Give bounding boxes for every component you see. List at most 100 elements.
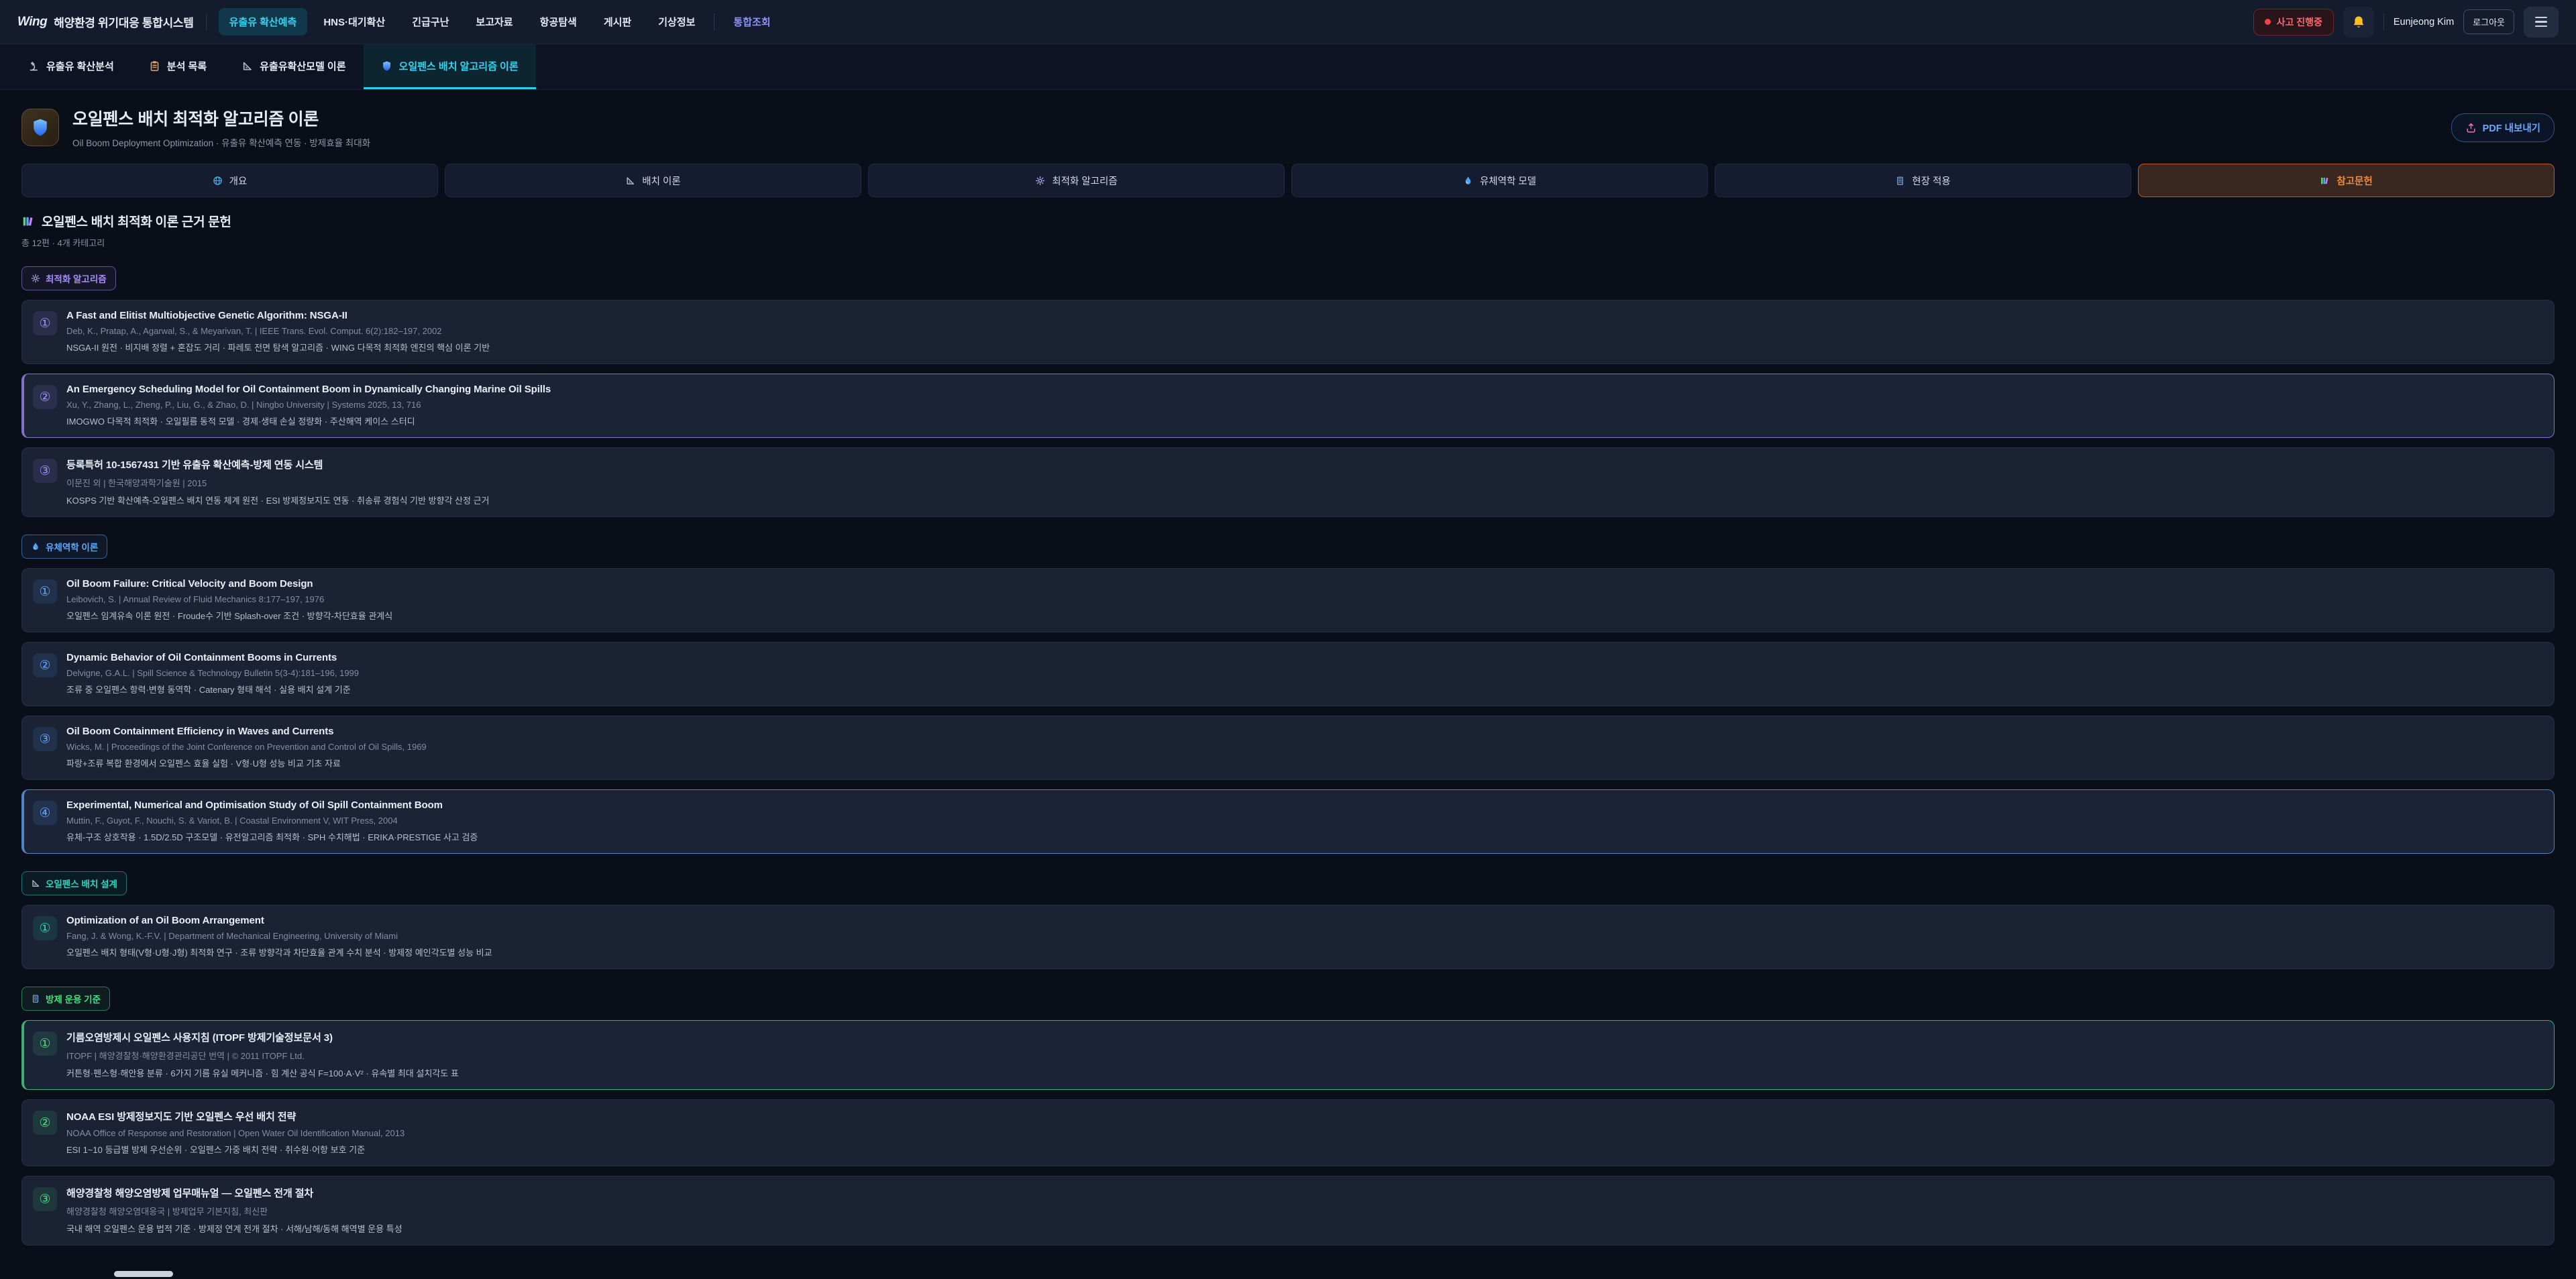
reference-card[interactable]: ② An Emergency Scheduling Model for Oil C… <box>21 374 2555 438</box>
section-tab-label: 유체역학 모델 <box>1480 174 1536 188</box>
main-nav: 유출유 확산예측HNS·대기확산긴급구난보고자료항공탐색게시판기상정보 통합조회 <box>219 8 2241 36</box>
pdf-export-button[interactable]: PDF 내보내기 <box>2451 113 2555 142</box>
reference-number-badge: ① <box>33 311 57 335</box>
logout-button[interactable]: 로그아웃 <box>2463 9 2514 34</box>
section-tab-label: 현장 적용 <box>1912 174 1950 188</box>
divider <box>206 13 207 31</box>
sub-tab-label: 유출유확산모델 이론 <box>260 59 345 73</box>
reference-title: 해양경찰청 해양오염방제 업무매뉴얼 — 오일펜스 전개 절차 <box>66 1186 402 1200</box>
incident-status-badge[interactable]: 사고 진행중 <box>2253 9 2334 36</box>
reference-body: An Emergency Scheduling Model for Oil Co… <box>66 384 551 427</box>
section-tab-0[interactable]: 개요 <box>21 164 438 197</box>
notifications-button[interactable] <box>2343 7 2374 38</box>
sub-tab-3[interactable]: 오일펜스 배치 알고리즘 이론 <box>364 44 536 89</box>
nav-item-0[interactable]: 유출유 확산예측 <box>219 8 308 36</box>
reference-title: Dynamic Behavior of Oil Containment Boom… <box>66 652 359 663</box>
building-icon <box>31 994 40 1003</box>
reference-card[interactable]: ③해양경찰청 해양오염방제 업무매뉴얼 — 오일펜스 전개 절차해양경찰청 해양… <box>21 1176 2555 1245</box>
section-tab-label: 배치 이론 <box>642 174 680 188</box>
section-tab-3[interactable]: 유체역학 모델 <box>1291 164 1708 197</box>
topnav-right: 사고 진행중 Eunjeong Kim 로그아웃 <box>2253 7 2559 38</box>
reference-meta: ITOPF | 해양경찰청·해양환경관리공단 번역 | © 2011 ITOPF… <box>66 1049 459 1062</box>
reference-card[interactable]: ② Dynamic Behavior of Oil Containment Boo… <box>21 642 2555 706</box>
sub-tab-1[interactable]: 분석 목록 <box>131 44 224 89</box>
reference-meta: Delvigne, G.A.L. | Spill Science & Techn… <box>66 668 359 678</box>
shield-icon <box>381 60 392 72</box>
reference-card[interactable]: ①기름오염방제시 오일펜스 사용지침 (ITOPF 방제기술정보문서 3)ITO… <box>21 1020 2555 1090</box>
hamburger-menu-button[interactable] <box>2524 7 2559 38</box>
reference-description: 파랑+조류 복합 환경에서 오일펜스 효율 실험 · V형·U형 성능 비교 기… <box>66 757 427 769</box>
references-title: 오일펜스 배치 최적화 이론 근거 문헌 <box>42 212 231 230</box>
nav-item-3[interactable]: 보고자료 <box>465 8 523 36</box>
references-section: 오일펜스 배치 최적화 이론 근거 문헌 총 12편 · 4개 카테고리 최적화… <box>0 197 2576 1245</box>
category-badge-3: 방제 운용 기준 <box>21 987 110 1011</box>
alert-dot-icon <box>2265 19 2271 25</box>
sub-tab-2[interactable]: 유출유확산모델 이론 <box>224 44 363 89</box>
sub-tab-0[interactable]: 유출유 확산분석 <box>11 44 131 89</box>
section-tab-4[interactable]: 현장 적용 <box>1715 164 2131 197</box>
nav-item-4[interactable]: 항공탐색 <box>529 8 588 36</box>
section-tab-bar: 개요 배치 이론 최적화 알고리즘 유체역학 모델 현장 적용 참고문헌 <box>21 164 2555 197</box>
nav-item-2[interactable]: 긴급구난 <box>401 8 460 36</box>
page-title-block: 오일펜스 배치 최적화 알고리즘 이론 Oil Boom Deployment … <box>72 106 370 149</box>
reference-body: Dynamic Behavior of Oil Containment Boom… <box>66 652 359 696</box>
reference-description: IMOGWO 다목적 최적화 · 오일필름 동적 모델 · 경제·생태 손실 정… <box>66 414 551 427</box>
category-badge-0: 최적화 알고리즘 <box>21 266 116 290</box>
reference-number-badge: ② <box>33 385 57 409</box>
reference-card[interactable]: ③Oil Boom Containment Efficiency in Wave… <box>21 716 2555 780</box>
section-tab-1[interactable]: 배치 이론 <box>445 164 861 197</box>
app-root: Wing 해양환경 위기대응 통합시스템 유출유 확산예측HNS·대기확산긴급구… <box>0 0 2576 1245</box>
reference-meta: Muttin, F., Guyot, F., Nouchi, S. & Vari… <box>66 816 478 826</box>
section-tab-5[interactable]: 참고문헌 <box>2138 164 2555 197</box>
reference-description: ESI 1~10 등급별 방제 우선순위 · 오일펜스 가중 배치 전략 · 취… <box>66 1143 405 1156</box>
nav-item-7[interactable]: 통합조회 <box>722 8 781 36</box>
reference-card[interactable]: ④Experimental, Numerical and Optimisatio… <box>21 789 2555 854</box>
section-tab-2[interactable]: 최적화 알고리즘 <box>868 164 1285 197</box>
category-badge-1: 유체역학 이론 <box>21 535 107 559</box>
reference-title: Experimental, Numerical and Optimisation… <box>66 799 478 811</box>
reference-number-badge: ② <box>33 653 57 677</box>
brand: Wing 해양환경 위기대응 통합시스템 <box>17 13 194 30</box>
books-icon <box>21 215 35 228</box>
reference-card[interactable]: ①Optimization of an Oil Boom Arrangement… <box>21 905 2555 969</box>
nav-item-1[interactable]: HNS·대기확산 <box>313 8 396 36</box>
hamburger-icon <box>2535 17 2547 18</box>
reference-meta: Wicks, M. | Proceedings of the Joint Con… <box>66 742 427 752</box>
reference-number-badge: ① <box>33 579 57 604</box>
app-logo: Wing <box>17 15 47 30</box>
reference-card[interactable]: ③등록특허 10-1567431 기반 유출유 확산예측-방제 연동 시스템이문… <box>21 447 2555 517</box>
reference-body: NOAA ESI 방제정보지도 기반 오일펜스 우선 배치 전략NOAA Off… <box>66 1109 405 1156</box>
reference-body: Optimization of an Oil Boom ArrangementF… <box>66 915 492 958</box>
section-tab-label: 개요 <box>229 174 248 188</box>
sub-tab-label: 유출유 확산분석 <box>46 59 114 73</box>
reference-body: Experimental, Numerical and Optimisation… <box>66 799 478 843</box>
horizontal-scrollbar-thumb[interactable] <box>114 1271 173 1277</box>
pdf-export-label: PDF 내보내기 <box>2483 121 2540 135</box>
books-icon <box>2320 176 2330 186</box>
reference-card[interactable]: ①Oil Boom Failure: Critical Velocity and… <box>21 568 2555 632</box>
page-subtitle: Oil Boom Deployment Optimization · 유출유 확… <box>72 135 370 149</box>
reference-title: 기름오염방제시 오일펜스 사용지침 (ITOPF 방제기술정보문서 3) <box>66 1030 459 1044</box>
reference-card[interactable]: ② NOAA ESI 방제정보지도 기반 오일펜스 우선 배치 전략NOAA Of… <box>21 1099 2555 1166</box>
reference-card[interactable]: ① A Fast and Elitist Multiobjective Genet… <box>21 300 2555 364</box>
nav-item-5[interactable]: 게시판 <box>593 8 642 36</box>
sub-tab-bar: 유출유 확산분석 분석 목록 유출유확산모델 이론 오일펜스 배치 알고리즘 이론 <box>0 44 2576 90</box>
reference-description: 오일펜스 배치 형태(V형·U형·J형) 최적화 연구 · 조류 방향각과 차단… <box>66 946 492 958</box>
globe-icon <box>213 176 223 186</box>
reference-number-badge: ② <box>33 1111 57 1135</box>
reference-description: 오일펜스 임계유속 이론 원전 · Froude수 기반 Splash-over… <box>66 609 392 622</box>
reference-meta: Deb, K., Pratap, A., Agarwal, S., & Meya… <box>66 326 490 336</box>
reference-number-badge: ③ <box>33 1187 57 1211</box>
nav-item-6[interactable]: 기상정보 <box>647 8 706 36</box>
reference-description: KOSPS 기반 확산예측-오일펜스 배치 연동 체계 원전 · ESI 방제정… <box>66 494 490 506</box>
set-square-icon <box>31 879 40 888</box>
category-label: 유체역학 이론 <box>46 540 98 553</box>
reference-title: Oil Boom Containment Efficiency in Waves… <box>66 726 427 737</box>
sub-tab-label: 분석 목록 <box>167 59 207 73</box>
reference-title: A Fast and Elitist Multiobjective Geneti… <box>66 310 490 321</box>
reference-list: 최적화 알고리즘 ① A Fast and Elitist Multiobjecti… <box>21 249 2555 1245</box>
reference-description: 조류 중 오일펜스 항력·변형 동역학 · Catenary 형태 해석 · 실… <box>66 683 359 696</box>
reference-meta: Xu, Y., Zhang, L., Zheng, P., Liu, G., &… <box>66 400 551 410</box>
page-header: 오일펜스 배치 최적화 알고리즘 이론 Oil Boom Deployment … <box>0 90 2576 158</box>
section-tab-label: 참고문헌 <box>2337 174 2372 188</box>
